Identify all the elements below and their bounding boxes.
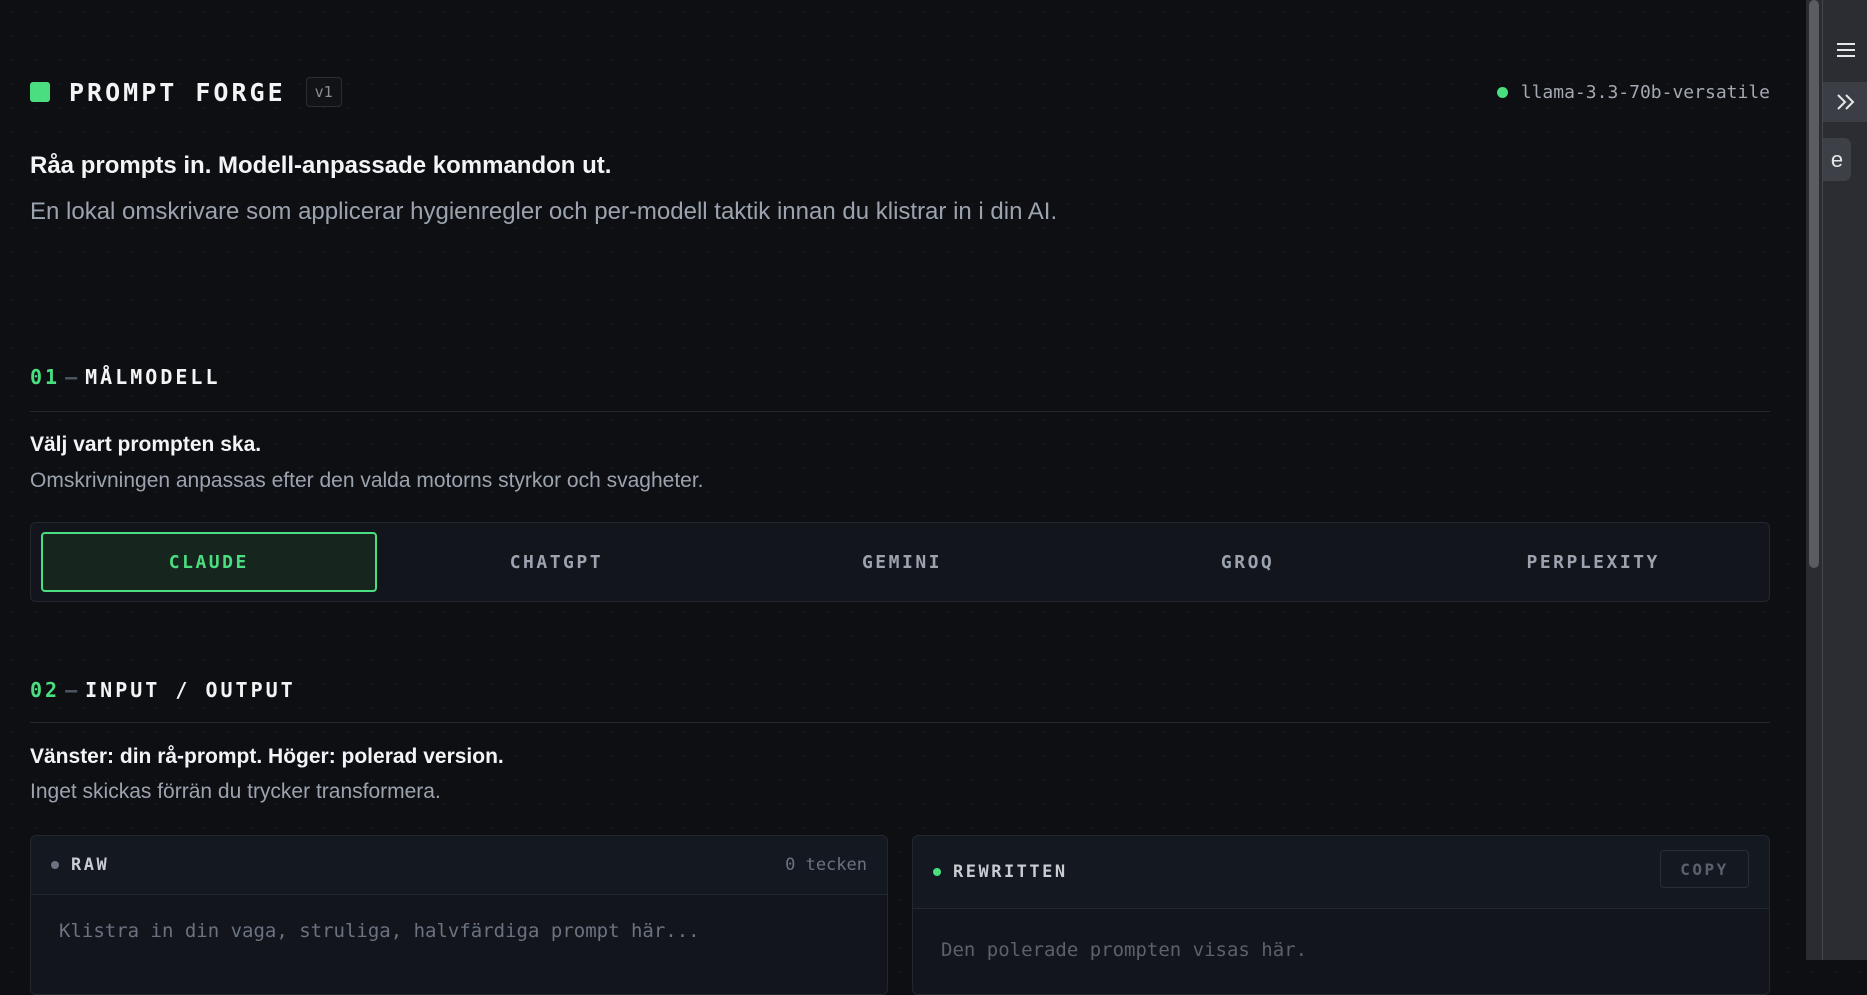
section-label: MÅLMODELL bbox=[85, 365, 221, 389]
section-subtitle: Inget skickas förrän du trycker transfor… bbox=[30, 780, 441, 803]
raw-panel-header: RAW 0 tecken bbox=[31, 836, 887, 895]
rewritten-status-dot-icon bbox=[933, 868, 941, 876]
rewritten-panel-label: REWRITTEN bbox=[953, 862, 1068, 882]
section-dash: — bbox=[65, 678, 81, 702]
intro-description: En lokal omskrivare som applicerar hygie… bbox=[30, 198, 1058, 225]
page-scrollbar[interactable] bbox=[1806, 0, 1822, 960]
rewritten-panel-header: REWRITTEN COPY bbox=[913, 836, 1769, 909]
section-label: INPUT / OUTPUT bbox=[85, 678, 296, 702]
tagline: Råa prompts in. Modell-anpassade kommand… bbox=[30, 152, 612, 179]
model-tab-perplexity[interactable]: PERPLEXITY bbox=[1427, 532, 1759, 592]
rewritten-panel: REWRITTEN COPY Den polerade prompten vis… bbox=[912, 835, 1770, 995]
app-title: PROMPT FORGE bbox=[69, 77, 286, 107]
dock-tab[interactable]: e bbox=[1823, 138, 1851, 181]
section-title-input-output: 02— INPUT / OUTPUT bbox=[30, 678, 296, 702]
rewritten-panel-title: REWRITTEN bbox=[933, 836, 1068, 908]
section-lead: Välj vart prompten ska. bbox=[30, 433, 262, 456]
copy-button[interactable]: COPY bbox=[1660, 850, 1749, 888]
rewritten-output: Den polerade prompten visas här. bbox=[941, 939, 1308, 961]
section-divider bbox=[30, 722, 1770, 723]
hamburger-menu-icon[interactable] bbox=[1823, 31, 1867, 69]
side-dock: e bbox=[1822, 0, 1867, 960]
model-tab-groq[interactable]: GROQ bbox=[1082, 532, 1414, 592]
raw-prompt-input[interactable] bbox=[31, 894, 887, 994]
status-dot-icon bbox=[1496, 86, 1508, 98]
raw-status-dot-icon bbox=[51, 861, 59, 869]
model-status: llama-3.3-70b-versatile bbox=[1496, 72, 1770, 112]
model-tab-claude[interactable]: CLAUDE bbox=[41, 532, 377, 592]
raw-panel: RAW 0 tecken bbox=[30, 835, 888, 995]
model-selector: CLAUDE CHATGPT GEMINI GROQ PERPLEXITY bbox=[30, 522, 1770, 602]
raw-panel-title: RAW bbox=[51, 836, 109, 894]
double-chevron-right-icon[interactable] bbox=[1823, 82, 1867, 122]
section-number: 01 bbox=[30, 365, 61, 389]
section-title-target-model: 01— MÅLMODELL bbox=[30, 365, 221, 389]
char-count: 0 tecken bbox=[785, 855, 867, 875]
scrollbar-thumb[interactable] bbox=[1809, 0, 1819, 568]
brand: PROMPT FORGE v1 bbox=[30, 72, 342, 112]
section-subtitle: Omskrivningen anpassas efter den valda m… bbox=[30, 469, 704, 492]
section-lead: Vänster: din rå-prompt. Höger: polerad v… bbox=[30, 745, 504, 768]
version-badge: v1 bbox=[305, 77, 342, 107]
section-number: 02 bbox=[30, 678, 61, 702]
model-tab-gemini[interactable]: GEMINI bbox=[736, 532, 1068, 592]
section-dash: — bbox=[65, 365, 81, 389]
section-divider bbox=[30, 411, 1770, 412]
model-tab-chatgpt[interactable]: CHATGPT bbox=[391, 532, 723, 592]
raw-panel-label: RAW bbox=[71, 855, 110, 875]
model-name: llama-3.3-70b-versatile bbox=[1520, 81, 1770, 103]
app-header: PROMPT FORGE v1 llama-3.3-70b-versatile bbox=[30, 72, 1770, 112]
brand-logo-icon bbox=[30, 82, 50, 102]
